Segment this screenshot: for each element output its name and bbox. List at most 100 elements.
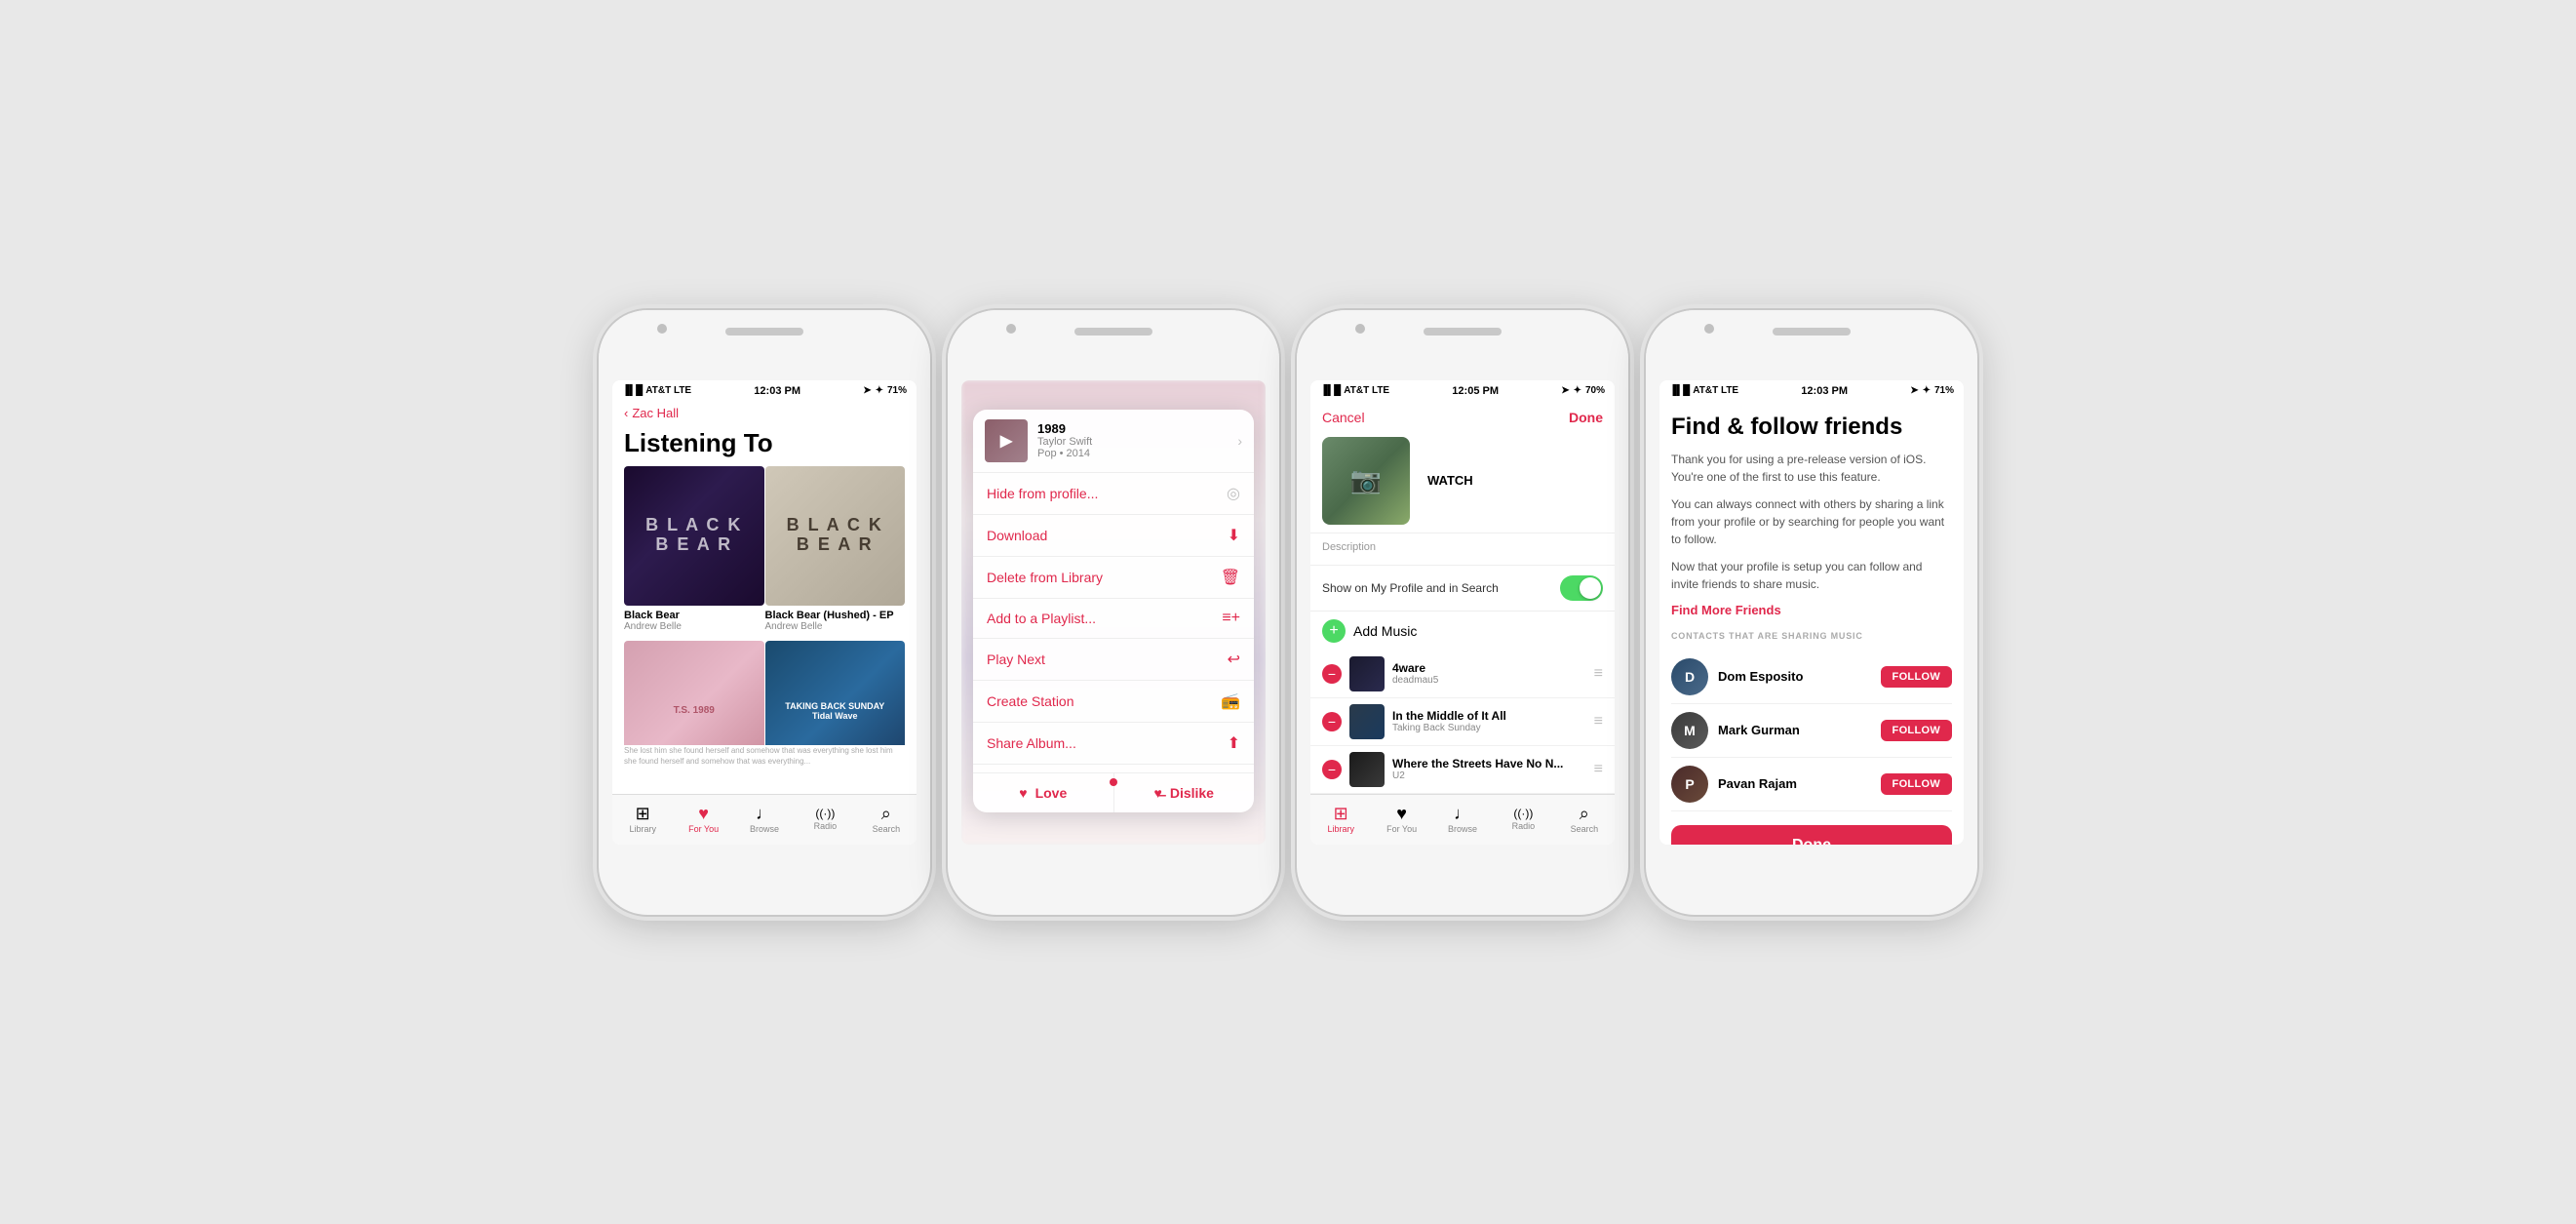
radio-icon: ((·)) xyxy=(815,808,835,819)
search-label: Search xyxy=(873,824,901,834)
album-item-0[interactable]: B L A C KB E A R Black Bear Andrew Belle xyxy=(624,466,764,633)
follow-button-2[interactable]: FOLLOW xyxy=(1881,773,1952,795)
find-friends-desc-1: Thank you for using a pre-release versio… xyxy=(1671,451,1952,486)
love-button[interactable]: ♥ Love xyxy=(973,773,1114,812)
page-title: Listening To xyxy=(612,424,917,466)
album-item-2[interactable]: T.S. 1989 1989 Taylor Swift xyxy=(624,641,764,745)
p3-radio-label: Radio xyxy=(1512,821,1536,831)
time-display: 12:03 PM xyxy=(754,385,800,397)
toggle-switch[interactable] xyxy=(1560,575,1603,601)
album-item-3[interactable]: TAKING BACK SUNDAYTidal Wave Tidal Wave … xyxy=(765,641,906,745)
follow-button-0[interactable]: FOLLOW xyxy=(1881,666,1952,688)
menu-label-hide: Hide from profile... xyxy=(987,486,1098,501)
library-label: Library xyxy=(629,824,656,834)
camera-icon: 📷 xyxy=(1322,437,1410,525)
find-more-link[interactable]: Find More Friends xyxy=(1671,603,1952,617)
phone-2-speaker xyxy=(1074,328,1152,336)
menu-item-hide[interactable]: Hide from profile... ◎ xyxy=(973,473,1254,515)
phone-4-status-bar: ▐▌█ AT&T LTE 12:03 PM ➤ ✦ 71% xyxy=(1659,380,1964,402)
profile-photo[interactable]: 📷 xyxy=(1322,437,1410,525)
p3-tab-browse[interactable]: ♩ Browse xyxy=(1432,805,1493,834)
phones-container: ▐▌█ AT&T LTE 12:03 PM ➤ ✦ 71% ‹ Zac Hall… xyxy=(599,310,1977,915)
p3-search-label: Search xyxy=(1571,824,1599,834)
menu-icon-play-next: ↩ xyxy=(1228,650,1240,669)
menu-item-download[interactable]: Download ⬇ xyxy=(973,515,1254,557)
p3-for-you-icon: ♥ xyxy=(1396,805,1407,822)
phone-3-top xyxy=(1297,310,1628,380)
phone-4-camera xyxy=(1704,324,1714,334)
contact-row-1: M Mark Gurman FOLLOW xyxy=(1671,704,1952,758)
avatar-dom: D xyxy=(1671,658,1708,695)
done-button[interactable]: Done xyxy=(1569,410,1603,425)
p4-signal: ▐▌█ xyxy=(1669,385,1690,396)
phone-1-camera xyxy=(657,324,667,334)
drag-handle-2[interactable]: ≡ xyxy=(1594,761,1603,778)
p3-battery: ➤ ✦ 70% xyxy=(1561,385,1605,396)
phone-1-screen: ▐▌█ AT&T LTE 12:03 PM ➤ ✦ 71% ‹ Zac Hall… xyxy=(612,380,917,845)
menu-label-download: Download xyxy=(987,528,1047,543)
menu-item-delete[interactable]: Delete from Library 🗑 xyxy=(973,557,1254,599)
browse-label: Browse xyxy=(750,824,779,834)
phone-1-speaker xyxy=(725,328,803,336)
phone-3-status-bar: ▐▌█ AT&T LTE 12:05 PM ➤ ✦ 70% xyxy=(1310,380,1615,402)
description-section: Description xyxy=(1310,533,1615,565)
phone-2-screen: ▶ 1989 Taylor Swift Pop • 2014 › Hide fr… xyxy=(961,380,1266,845)
menu-icon-delete: 🗑 xyxy=(1221,568,1240,587)
dislike-button[interactable]: ♥̶ Dislike xyxy=(1114,773,1255,812)
menu-item-station[interactable]: Create Station 📻 xyxy=(973,681,1254,723)
phone-1-content: ‹ Zac Hall Listening To B L A C KB E A R… xyxy=(612,402,917,794)
remove-btn-2[interactable]: − xyxy=(1322,760,1342,779)
add-music-plus-icon: + xyxy=(1322,619,1346,643)
drag-handle-1[interactable]: ≡ xyxy=(1594,713,1603,730)
contacts-section-label: CONTACTS THAT ARE SHARING MUSIC xyxy=(1671,631,1952,641)
tab-browse[interactable]: ♩ Browse xyxy=(734,805,795,834)
contact-name-2: Pavan Rajam xyxy=(1718,776,1871,791)
tab-search[interactable]: ⌕ Search xyxy=(856,805,917,834)
follow-button-1[interactable]: FOLLOW xyxy=(1881,720,1952,741)
p3-tab-radio[interactable]: ((·)) Radio xyxy=(1493,808,1553,831)
menu-item-share[interactable]: Share Album... ⬆ xyxy=(973,723,1254,765)
avatar-pavan-inner: P xyxy=(1671,766,1708,803)
ctx-info: 1989 Taylor Swift Pop • 2014 xyxy=(1037,421,1228,459)
music-artist-2: U2 xyxy=(1392,770,1586,781)
p3-signal: ▐▌█ xyxy=(1320,385,1341,396)
signal-bars: ▐▌█ xyxy=(622,385,643,396)
album-item-1[interactable]: B L A C KB E A R Black Bear (Hushed) - E… xyxy=(765,466,906,633)
carrier-info: ▐▌█ AT&T LTE xyxy=(622,385,691,396)
phone-4-screen: ▐▌█ AT&T LTE 12:03 PM ➤ ✦ 71% Find & fol… xyxy=(1659,380,1964,845)
music-title-0: 4ware xyxy=(1392,661,1586,675)
p3-library-label: Library xyxy=(1327,824,1354,834)
p4-carrier: AT&T LTE xyxy=(1693,385,1738,396)
battery-label: 71% xyxy=(887,385,907,396)
done-button[interactable]: Done xyxy=(1671,825,1952,845)
p3-tab-search[interactable]: ⌕ Search xyxy=(1554,805,1615,834)
cancel-button[interactable]: Cancel xyxy=(1322,410,1365,425)
p3-tab-library[interactable]: ⊞ Library xyxy=(1310,805,1371,834)
menu-icon-station: 📻 xyxy=(1221,691,1240,711)
album-name-1: Black Bear (Hushed) - EP xyxy=(765,610,906,621)
description-label: Description xyxy=(1322,541,1603,553)
remove-btn-0[interactable]: − xyxy=(1322,664,1342,684)
ctx-artist: Taylor Swift xyxy=(1037,436,1228,448)
menu-icon-share: ⬆ xyxy=(1228,733,1240,753)
menu-item-playlist[interactable]: Add to a Playlist... ≡+ xyxy=(973,599,1254,639)
avatar-dom-inner: D xyxy=(1671,658,1708,695)
remove-btn-1[interactable]: − xyxy=(1322,712,1342,731)
back-chevron: ‹ xyxy=(624,406,628,420)
love-label: Love xyxy=(1035,785,1068,801)
p3-tab-for-you[interactable]: ♥ For You xyxy=(1371,805,1431,834)
browse-icon: ♩ xyxy=(756,805,773,822)
library-icon: ⊞ xyxy=(636,805,650,822)
menu-item-play-next[interactable]: Play Next ↩ xyxy=(973,639,1254,681)
album-artist-1: Andrew Belle xyxy=(765,621,906,632)
p4-battery-label: 71% xyxy=(1934,385,1954,396)
tab-library[interactable]: ⊞ Library xyxy=(612,805,673,834)
tab-for-you[interactable]: ♥ For You xyxy=(673,805,733,834)
contact-name-1: Mark Gurman xyxy=(1718,723,1871,737)
back-nav[interactable]: ‹ Zac Hall xyxy=(612,402,917,424)
pink-dot xyxy=(1110,778,1117,786)
tab-radio[interactable]: ((·)) Radio xyxy=(795,808,855,831)
add-music-button[interactable]: + Add Music xyxy=(1310,611,1615,651)
back-label[interactable]: Zac Hall xyxy=(632,406,679,420)
drag-handle-0[interactable]: ≡ xyxy=(1594,665,1603,683)
